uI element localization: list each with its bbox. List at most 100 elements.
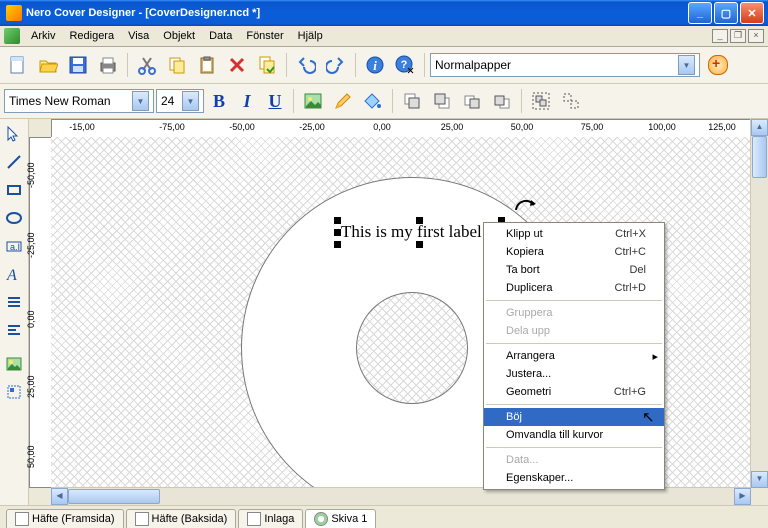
context-menu: Klipp utCtrl+X KopieraCtrl+C Ta bortDel … [483,222,665,490]
format-toolbar: Times New Roman ▼ 24 ▼ B I U [0,84,768,119]
help-button[interactable]: ? [391,51,419,79]
font-size-value: 24 [161,94,174,108]
image-tool[interactable] [1,351,27,377]
rotate-handle-icon[interactable] [511,195,541,215]
svg-text:?: ? [401,59,408,71]
disc-inner [356,292,468,404]
backward-button[interactable] [488,87,516,115]
font-size-combo[interactable]: 24 ▼ [156,89,204,113]
line-tool[interactable] [1,149,27,175]
scroll-down-button[interactable]: ▼ [751,471,768,488]
menu-objekt[interactable]: Objekt [156,28,202,44]
menu-redigera[interactable]: Redigera [62,28,121,44]
pointer-tool[interactable] [1,121,27,147]
vertical-scrollbar[interactable]: ▲ ▼ [750,119,768,488]
font-name-value: Times New Roman [9,94,111,108]
tab-back[interactable]: Häfte (Baksida) [126,509,237,528]
paper-value: Normalpapper [435,58,511,72]
properties-button[interactable] [253,51,281,79]
scroll-left-button[interactable]: ◀ [51,488,68,505]
paper-combo[interactable]: Normalpapper ▼ [430,53,700,77]
redo-button[interactable] [322,51,350,79]
bold-button[interactable]: B [206,88,232,114]
menu-data[interactable]: Data [202,28,239,44]
scroll-up-button[interactable]: ▲ [751,119,768,136]
ctx-cut[interactable]: Klipp utCtrl+X [484,225,664,243]
selection-handle[interactable] [416,217,423,224]
ctx-bend[interactable]: Böj [484,408,664,426]
svg-text:i: i [373,58,377,73]
dropdown-arrow-icon: ▼ [678,55,695,75]
minimize-button[interactable]: _ [688,2,712,24]
paste-button[interactable] [193,51,221,79]
menu-visa[interactable]: Visa [121,28,156,44]
scroll-right-button[interactable]: ▶ [734,488,751,505]
ctx-properties[interactable]: Egenskaper... [484,469,664,487]
forward-button[interactable] [458,87,486,115]
open-button[interactable] [34,51,62,79]
selection-handle[interactable] [334,217,341,224]
bring-front-button[interactable] [398,87,426,115]
app-icon [6,5,22,21]
menu-arkiv[interactable]: Arkiv [24,28,62,44]
new-button[interactable] [4,51,32,79]
font-name-combo[interactable]: Times New Roman ▼ [4,89,154,113]
italic-button[interactable]: I [234,88,260,114]
window-title: Nero Cover Designer - [CoverDesigner.ncd… [26,7,260,19]
undo-button[interactable] [292,51,320,79]
rectangle-tool[interactable] [1,177,27,203]
ctx-delete[interactable]: Ta bortDel [484,261,664,279]
ellipse-tool[interactable] [1,205,27,231]
menu-hjalp[interactable]: Hjälp [291,28,330,44]
tab-disc1[interactable]: Skiva 1 [305,509,376,528]
dropdown-arrow-icon: ▼ [182,91,199,111]
svg-text:a.I: a.I [10,242,20,252]
ctx-arrange[interactable]: Arrangera [484,347,664,365]
text-label[interactable]: This is my first label [341,222,482,242]
track-list-tool[interactable] [1,289,27,315]
ctx-to-curves[interactable]: Omvandla till kurvor [484,426,664,444]
field-tool[interactable] [1,317,27,343]
maximize-button[interactable]: ▢ [714,2,738,24]
ctx-duplicate[interactable]: DupliceraCtrl+D [484,279,664,297]
delete-button[interactable] [223,51,251,79]
add-button[interactable] [708,55,728,75]
ungroup-button[interactable] [557,87,585,115]
selection-handle[interactable] [416,241,423,248]
save-button[interactable] [64,51,92,79]
close-button[interactable]: ✕ [740,2,764,24]
send-back-button[interactable] [428,87,456,115]
ctx-align[interactable]: Justera... [484,365,664,383]
ctx-geometry[interactable]: GeometriCtrl+G [484,383,664,401]
pen-button[interactable] [329,87,357,115]
selection-handle[interactable] [334,229,341,236]
document-tabs: Häfte (Framsida) Häfte (Baksida) Inlaga … [0,505,768,528]
ctx-copy[interactable]: KopieraCtrl+C [484,243,664,261]
tab-inlay[interactable]: Inlaga [238,509,303,528]
info-button[interactable]: i [361,51,389,79]
artistic-text-tool[interactable]: A [1,261,27,287]
title-bar: Nero Cover Designer - [CoverDesigner.ncd… [0,0,768,26]
ctx-data: Data... [484,451,664,469]
tab-front[interactable]: Häfte (Framsida) [6,509,124,528]
mdi-close[interactable]: × [748,29,764,43]
insert-image-button[interactable] [299,87,327,115]
scroll-thumb[interactable] [68,489,160,504]
mdi-minimize[interactable]: _ [712,29,728,43]
horizontal-ruler: -15,00 -75,00 -50,00 -25,00 0,00 25,00 5… [51,119,751,139]
group-button[interactable] [527,87,555,115]
menu-fonster[interactable]: Fönster [239,28,290,44]
grid-tool[interactable] [1,379,27,405]
underline-button[interactable]: U [262,88,288,114]
svg-text:A: A [6,267,17,283]
selection-handle[interactable] [334,241,341,248]
mdi-restore[interactable]: ❐ [730,29,746,43]
text-box-tool[interactable]: a.I [1,233,27,259]
fill-button[interactable] [359,87,387,115]
scroll-thumb[interactable] [752,136,767,178]
copy-button[interactable] [163,51,191,79]
cut-button[interactable] [133,51,161,79]
main-toolbar: i ? Normalpapper ▼ [0,47,768,84]
tool-palette: a.I A [0,119,29,505]
print-button[interactable] [94,51,122,79]
